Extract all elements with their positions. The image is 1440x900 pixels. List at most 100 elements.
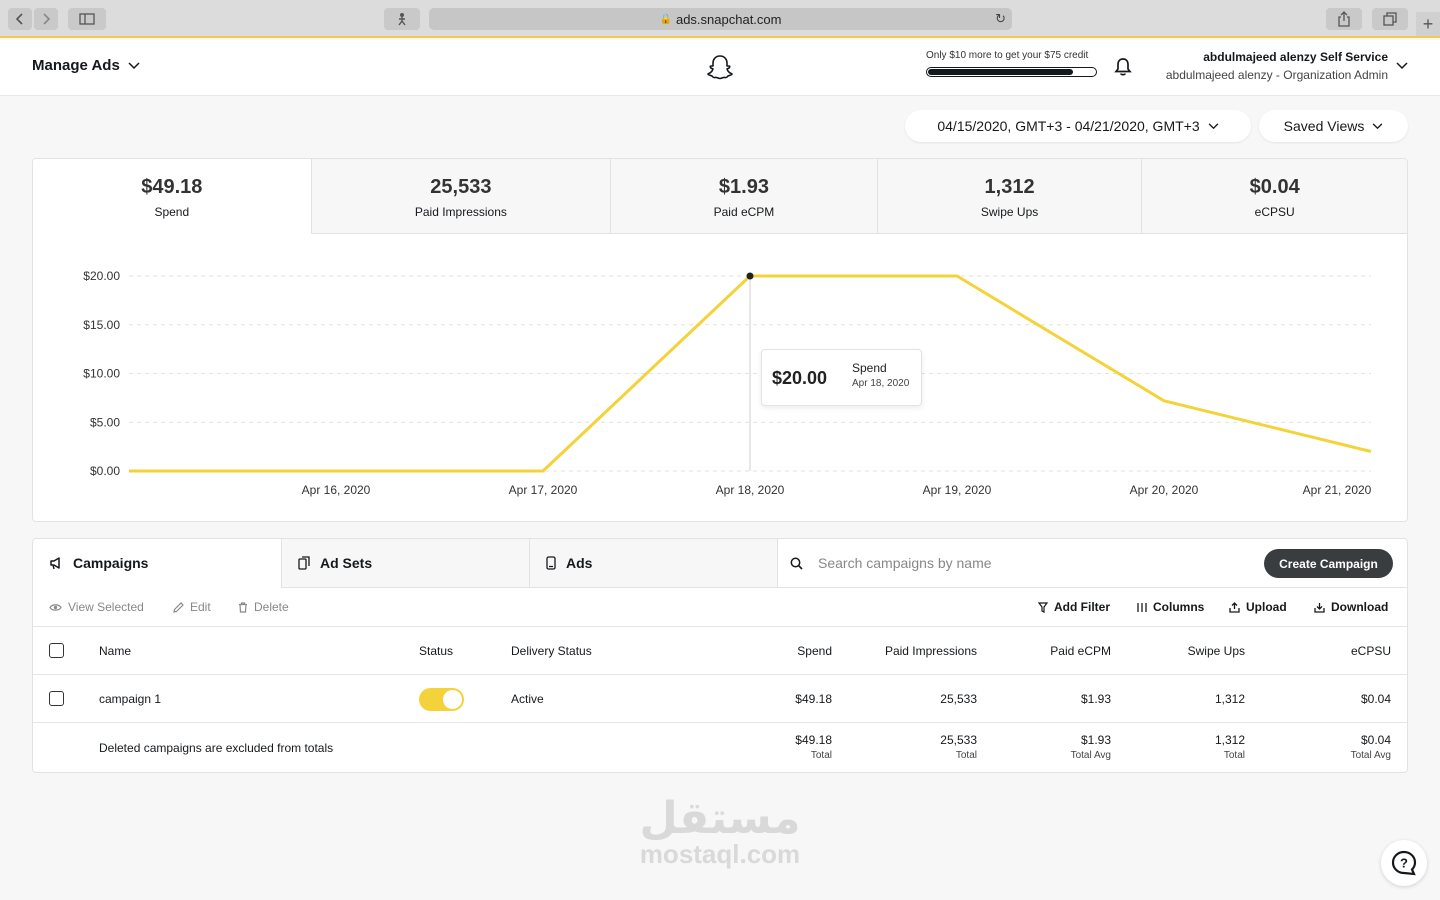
sidebar-toggle-button[interactable] — [68, 8, 106, 30]
column-header-paid-impressions[interactable]: Paid Impressions — [853, 627, 977, 675]
tab-label: Ad Sets — [320, 555, 373, 571]
total-spend-value: $49.18 — [795, 733, 832, 747]
column-header-swipe-ups[interactable]: Swipe Ups — [1143, 627, 1245, 675]
plus-icon: + — [1422, 13, 1434, 34]
columns-icon — [1137, 602, 1147, 612]
tabs-overview-button[interactable] — [1372, 8, 1408, 30]
metric-label: Paid eCPM — [713, 205, 775, 219]
megaphone-icon — [50, 557, 60, 570]
create-campaign-button[interactable]: Create Campaign — [1264, 549, 1393, 578]
eye-icon — [49, 603, 62, 611]
chevron-down-icon — [1373, 122, 1383, 129]
app-header: Manage Ads Only $10 more to get your $75… — [0, 40, 1440, 96]
y-tick-label: $0.00 — [90, 464, 120, 478]
x-tick-label: Apr 21, 2020 — [1303, 483, 1372, 497]
table-row: campaign 1 Active $49.18 25,533 $1.93 1,… — [33, 675, 1407, 723]
total-swipe-ups-label: Total — [1223, 750, 1245, 761]
extension-icon — [398, 13, 406, 26]
metric-tab-ecpsu[interactable]: $0.04 eCPSU — [1141, 159, 1407, 234]
tab-campaigns[interactable]: Campaigns — [33, 539, 281, 588]
chart-tooltip: $20.00 Spend Apr 18, 2020 — [761, 349, 922, 406]
tab-ad-sets[interactable]: Ad Sets — [281, 539, 529, 588]
account-menu[interactable]: abdulmajeed alenzy Self Service abdulmaj… — [1166, 50, 1388, 82]
download-icon — [1314, 602, 1325, 613]
y-tick-label: $15.00 — [83, 318, 120, 332]
metric-tab-swipe-ups[interactable]: 1,312 Swipe Ups — [876, 159, 1142, 234]
manage-ads-menu[interactable]: Manage Ads — [32, 57, 140, 74]
total-impressions-label: Total — [955, 750, 977, 761]
entity-tabs: Campaigns Ad Sets Ads Create Campaign — [33, 539, 1407, 588]
svg-text:?: ? — [1400, 856, 1408, 871]
column-header-ecpsu[interactable]: eCPSU — [1283, 627, 1391, 675]
total-ecpsu-value: $0.04 — [1360, 733, 1391, 747]
date-range-picker[interactable]: 04/15/2020, GMT+3 - 04/21/2020, GMT+3 — [905, 110, 1251, 142]
watermark-arabic: مستقل — [639, 794, 801, 843]
back-button[interactable] — [8, 8, 32, 30]
table-toolbar: View Selected Edit Delete Add Filter Col… — [33, 588, 1407, 627]
address-bar[interactable]: 🔒 ads.snapchat.com ↻ — [429, 8, 1012, 30]
bell-icon — [1114, 58, 1132, 76]
browser-toolbar: 🔒 ads.snapchat.com ↻ + — [0, 0, 1440, 38]
total-ecpm-value: $1.93 — [1080, 733, 1111, 747]
tab-label: Campaigns — [73, 555, 149, 571]
share-button[interactable] — [1326, 8, 1362, 30]
ecpsu-value: $0.04 — [1360, 692, 1391, 706]
column-header-spend[interactable]: Spend — [733, 627, 832, 675]
saved-views-dropdown[interactable]: Saved Views — [1259, 110, 1408, 142]
credit-progress-fill — [928, 69, 1074, 75]
row-checkbox[interactable] — [49, 691, 64, 706]
columns-button[interactable]: Columns — [1137, 600, 1204, 614]
campaign-name-link[interactable]: campaign 1 — [99, 675, 161, 723]
delete-label: Delete — [254, 600, 289, 614]
forward-button[interactable] — [34, 8, 58, 30]
delete-button[interactable]: Delete — [238, 600, 289, 614]
chevron-down-icon — [1208, 122, 1218, 129]
search-input[interactable] — [818, 551, 1248, 575]
add-filter-label: Add Filter — [1054, 600, 1110, 614]
credit-progress-bar — [926, 67, 1097, 77]
x-tick-label: Apr 19, 2020 — [923, 483, 992, 497]
extension-button[interactable] — [384, 8, 420, 30]
metric-value: $0.04 — [1249, 176, 1300, 198]
ecpm-value: $1.93 — [1080, 692, 1111, 706]
manage-ads-label: Manage Ads — [32, 57, 120, 74]
column-header-name[interactable]: Name — [99, 627, 131, 675]
select-all-checkbox[interactable] — [49, 643, 64, 658]
metric-label: eCPSU — [1254, 205, 1295, 219]
sidebar-icon — [79, 13, 95, 25]
download-button[interactable]: Download — [1314, 600, 1388, 614]
x-tick-label: Apr 17, 2020 — [509, 483, 578, 497]
credit-text: Only $10 more to get your $75 credit — [926, 50, 1089, 61]
metric-tab-paid-impressions[interactable]: 25,533 Paid Impressions — [310, 159, 611, 234]
lock-icon: 🔒 — [659, 13, 672, 25]
watermark: مستقل mostaql.com — [630, 795, 810, 870]
status-toggle[interactable] — [419, 688, 464, 711]
column-header-status[interactable]: Status — [419, 627, 453, 675]
view-selected-button[interactable]: View Selected — [49, 600, 144, 614]
metric-tab-spend[interactable]: $49.18 Spend — [33, 159, 311, 234]
y-tick-label: $20.00 — [83, 269, 120, 283]
total-swipe-ups-value: 1,312 — [1214, 733, 1245, 747]
help-chat-icon: ? — [1391, 850, 1417, 876]
metric-tab-paid-ecpm[interactable]: $1.93 Paid eCPM — [610, 159, 877, 234]
reload-icon[interactable]: ↻ — [995, 11, 1006, 27]
new-tab-button[interactable]: + — [1416, 12, 1440, 36]
delivery-status: Active — [511, 692, 544, 706]
totals-note: Deleted campaigns are excluded from tota… — [99, 741, 334, 755]
column-header-delivery-status[interactable]: Delivery Status — [511, 627, 592, 675]
metric-label: Paid Impressions — [414, 205, 507, 219]
help-button[interactable]: ? — [1381, 840, 1427, 886]
metric-tabs: $49.18 Spend 25,533 Paid Impressions $1.… — [33, 159, 1407, 234]
edit-button[interactable]: Edit — [173, 600, 211, 614]
snapchat-ghost-logo[interactable] — [706, 53, 734, 86]
chevron-down-icon[interactable] — [1396, 62, 1408, 70]
column-header-paid-ecpm[interactable]: Paid eCPM — [1013, 627, 1111, 675]
download-label: Download — [1331, 600, 1389, 614]
notifications-button[interactable] — [1114, 57, 1132, 82]
tab-ads[interactable]: Ads — [529, 539, 777, 588]
add-filter-button[interactable]: Add Filter — [1038, 600, 1110, 614]
upload-button[interactable]: Upload — [1229, 600, 1287, 614]
total-swipe-ups: 1,312 Total — [1143, 733, 1245, 761]
table-header-row: Name Status Delivery Status Spend Paid I… — [33, 627, 1407, 675]
columns-label: Columns — [1153, 600, 1205, 614]
